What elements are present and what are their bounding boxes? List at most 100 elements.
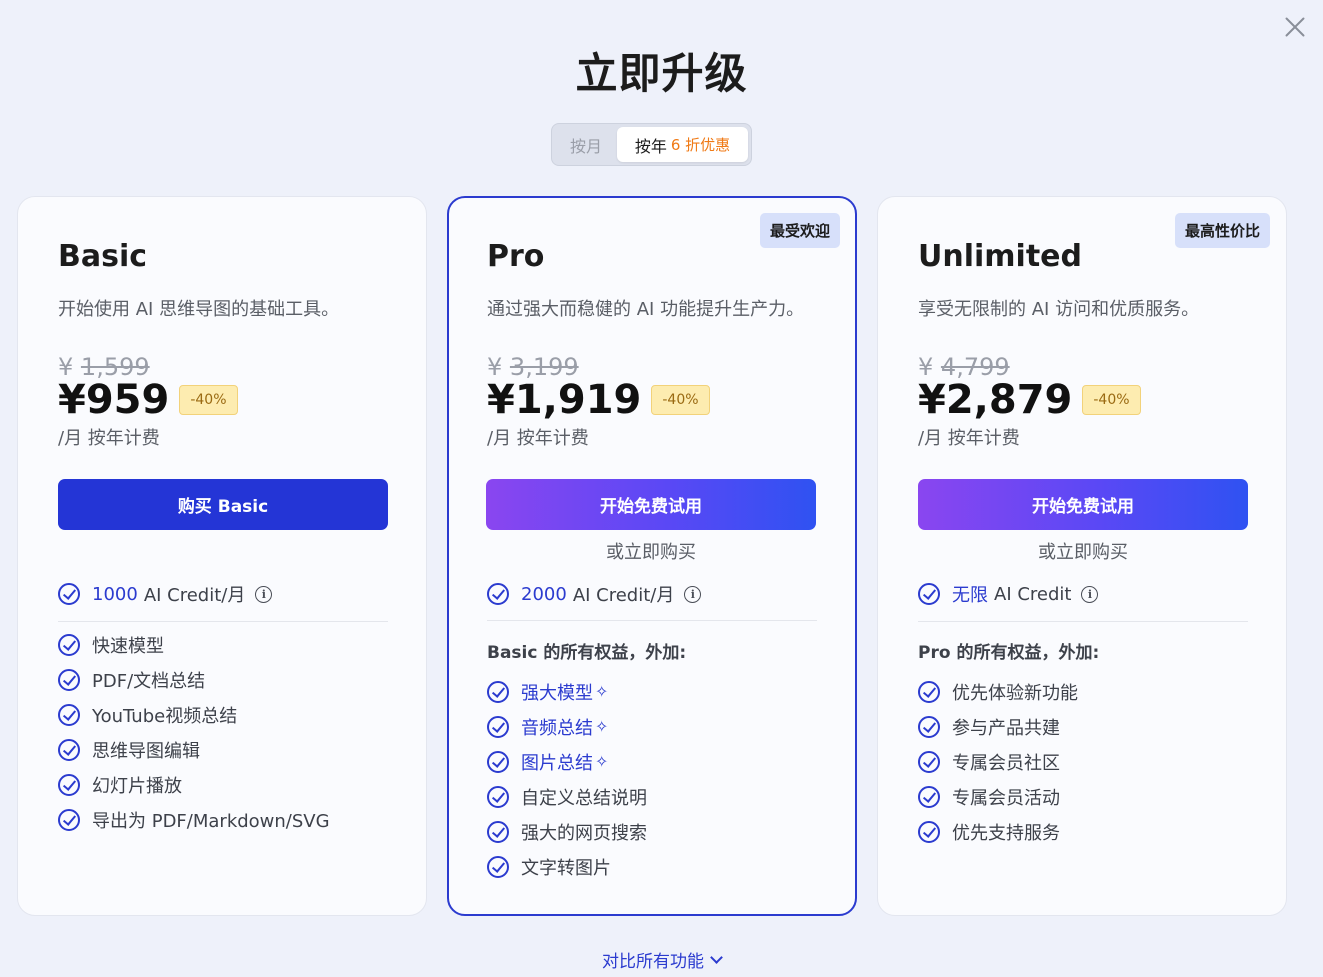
discount-badge: -40% (651, 385, 710, 415)
billing-yearly-label: 按年 (634, 136, 667, 156)
feature-item: 自定义总结说明 (487, 779, 647, 814)
check-circle-icon (58, 633, 80, 656)
buy-basic-button[interactable]: 购买 Basic (58, 479, 388, 530)
credit-amount: 1000 (92, 583, 138, 605)
plan-name: Pro (487, 239, 545, 274)
feature-item: 幻灯片播放 (58, 767, 330, 802)
price-row: ¥2,879 -40% (918, 377, 1141, 423)
check-circle-icon (918, 715, 940, 738)
plus-benefits-title: Basic 的所有权益，外加: (487, 643, 687, 663)
feature-list: 快速模型 PDF/文档总结 YouTube视频总结 思维导图编辑 幻灯片播放 导… (58, 627, 330, 837)
feature-label: 强大的网页搜索 (521, 822, 647, 844)
check-circle-icon (918, 750, 940, 773)
feature-item: 强大模型 ✧ (487, 674, 647, 709)
info-icon[interactable]: i (255, 585, 273, 603)
billing-monthly-option[interactable]: 按月 (555, 133, 617, 157)
divider (918, 621, 1248, 622)
buy-now-link[interactable]: 或立即购买 (918, 538, 1248, 564)
feature-item: 专属会员活动 (918, 779, 1078, 814)
credit-row: 2000 AI Credit/月 i (487, 581, 702, 607)
billing-period: /月 按年计费 (58, 428, 160, 449)
start-free-trial-button[interactable]: 开始免费试用 (918, 479, 1248, 530)
check-circle-icon (58, 773, 80, 796)
billing-yearly-promo: 6 折优惠 (670, 136, 731, 154)
billing-period: /月 按年计费 (918, 428, 1020, 449)
check-circle-icon (58, 703, 80, 726)
plan-description: 享受无限制的 AI 访问和优质服务。 (918, 299, 1200, 320)
best-value-badge: 最高性价比 (1174, 213, 1270, 248)
plan-description: 开始使用 AI 思维导图的基础工具。 (58, 299, 340, 320)
feature-item: 思维导图编辑 (58, 732, 330, 767)
check-circle-icon (487, 715, 509, 738)
close-icon[interactable] (1281, 13, 1309, 41)
credit-amount: 2000 (521, 583, 567, 605)
popular-badge: 最受欢迎 (759, 213, 840, 248)
page-title: 立即升级 (575, 49, 748, 98)
discount-badge: -40% (179, 385, 238, 415)
plan-card-pro: 最受欢迎 Pro 通过强大而稳健的 AI 功能提升生产力。 ¥ 3,199 ¥1… (447, 196, 857, 916)
chevron-down-icon (710, 950, 723, 964)
check-circle-icon (58, 668, 80, 691)
check-circle-icon (487, 583, 509, 605)
billing-yearly-option[interactable]: 按年 6 折优惠 (617, 127, 748, 162)
feature-label: 强大模型 (521, 682, 593, 704)
feature-item: 导出为 PDF/Markdown/SVG (58, 802, 330, 837)
feature-item: PDF/文档总结 (58, 662, 330, 697)
price: ¥1,919 (487, 377, 642, 423)
feature-label: 优先体验新功能 (952, 682, 1078, 704)
check-circle-icon (58, 583, 80, 605)
credit-label: AI Credit/月 (572, 585, 675, 606)
feature-item: 图片总结 ✧ (487, 744, 647, 779)
check-circle-icon (487, 680, 509, 703)
check-circle-icon (58, 808, 80, 831)
price: ¥2,879 (918, 377, 1073, 423)
check-circle-icon (918, 820, 940, 843)
feature-label: 导出为 PDF/Markdown/SVG (92, 810, 330, 832)
plan-name: Unlimited (918, 239, 1082, 274)
plus-benefits-title: Pro 的所有权益，外加: (918, 643, 1100, 663)
plan-name: Basic (58, 239, 148, 274)
feature-item: 优先体验新功能 (918, 674, 1078, 709)
info-icon[interactable]: i (1081, 585, 1099, 603)
check-circle-icon (918, 785, 940, 808)
feature-item: 强大的网页搜索 (487, 814, 647, 849)
feature-label: 快速模型 (92, 635, 164, 657)
compare-features-link[interactable]: 对比所有功能 (0, 947, 1323, 972)
divider (58, 621, 388, 622)
feature-list: 强大模型 ✧ 音频总结 ✧ 图片总结 ✧ 自定义总结说明 强大的网页搜索 文字转图片 (487, 674, 647, 884)
start-free-trial-button[interactable]: 开始免费试用 (486, 479, 816, 530)
plan-card-basic: Basic 开始使用 AI 思维导图的基础工具。 ¥ 1,599 ¥959 -4… (17, 196, 427, 916)
info-icon[interactable]: i (684, 585, 702, 603)
feature-label: 优先支持服务 (952, 822, 1060, 844)
credit-label: AI Credit/月 (143, 585, 246, 606)
feature-label: 专属会员社区 (952, 752, 1060, 774)
feature-item: 参与产品共建 (918, 709, 1078, 744)
check-circle-icon (487, 750, 509, 773)
credit-row: 无限 AI Credit i (918, 581, 1099, 607)
billing-toggle: 按月 按年 6 折优惠 (551, 123, 752, 166)
check-circle-icon (918, 680, 940, 703)
check-circle-icon (918, 583, 940, 605)
credit-label: AI Credit (994, 583, 1072, 605)
credit-row: 1000 AI Credit/月 i (58, 581, 273, 607)
discount-badge: -40% (1082, 385, 1141, 415)
feature-item: YouTube视频总结 (58, 697, 330, 732)
plan-card-unlimited: 最高性价比 Unlimited 享受无限制的 AI 访问和优质服务。 ¥ 4,7… (877, 196, 1287, 916)
sparkle-icon: ✧ (595, 717, 609, 736)
feature-item: 快速模型 (58, 627, 330, 662)
buy-now-link[interactable]: 或立即购买 (486, 538, 816, 564)
check-circle-icon (487, 820, 509, 843)
check-circle-icon (58, 738, 80, 761)
feature-label: 音频总结 (521, 717, 593, 739)
feature-label: 幻灯片播放 (92, 775, 182, 797)
feature-item: 优先支持服务 (918, 814, 1078, 849)
price: ¥959 (58, 377, 170, 423)
price-row: ¥959 -40% (58, 377, 238, 423)
billing-period: /月 按年计费 (487, 428, 589, 449)
credit-amount: 无限 (952, 585, 988, 606)
price-row: ¥1,919 -40% (487, 377, 710, 423)
sparkle-icon: ✧ (595, 752, 609, 771)
check-circle-icon (487, 855, 509, 878)
feature-label: 自定义总结说明 (521, 787, 647, 809)
feature-label: 思维导图编辑 (92, 740, 200, 762)
